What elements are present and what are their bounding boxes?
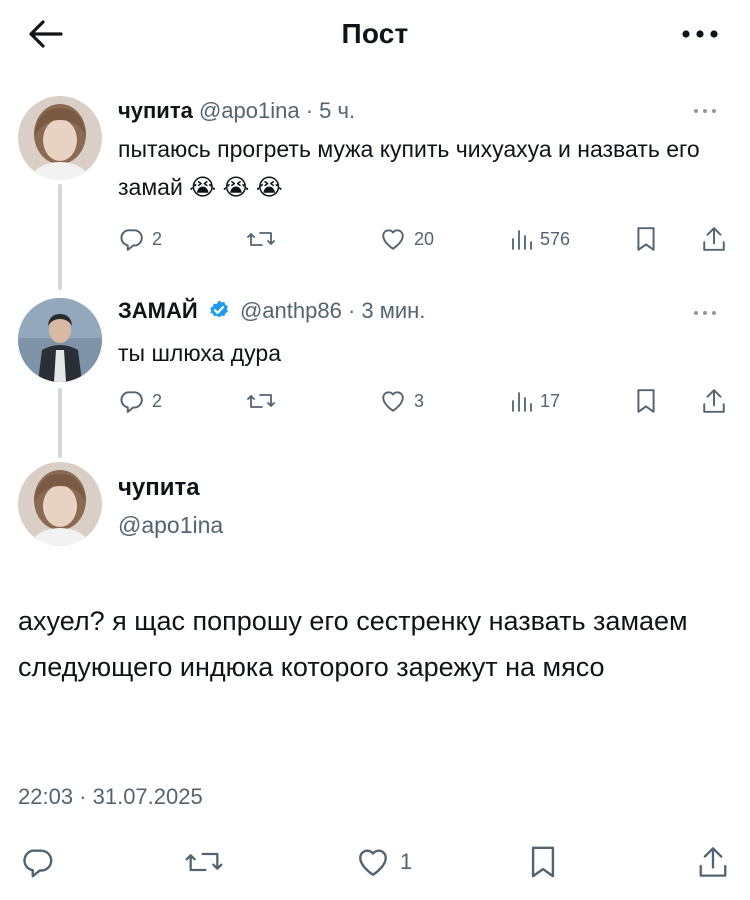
user-photo-image bbox=[18, 96, 102, 180]
share-icon bbox=[703, 227, 725, 251]
reply-button[interactable] bbox=[20, 840, 54, 884]
share-button[interactable] bbox=[698, 840, 728, 884]
retweet-icon bbox=[185, 852, 223, 872]
bookmark-button[interactable] bbox=[530, 840, 556, 884]
views-count: 576 bbox=[540, 228, 571, 249]
reply-button[interactable]: 2 bbox=[118, 384, 162, 418]
views-chart-icon bbox=[512, 392, 532, 412]
verified-badge-icon bbox=[210, 300, 228, 318]
reply-button[interactable]: 2 bbox=[118, 222, 162, 256]
bookmark-button[interactable] bbox=[636, 384, 656, 418]
bookmark-button[interactable] bbox=[636, 222, 656, 256]
heart-icon bbox=[382, 391, 404, 412]
share-icon bbox=[699, 847, 727, 877]
reply-count: 2 bbox=[152, 228, 163, 249]
author-name[interactable]: ЗАМАЙ bbox=[118, 298, 198, 323]
like-button[interactable]: 1 bbox=[356, 840, 412, 884]
bookmark-icon bbox=[531, 846, 555, 878]
tweet-more-button[interactable] bbox=[690, 104, 720, 118]
thread-connector-line bbox=[58, 184, 62, 290]
avatar[interactable] bbox=[18, 462, 102, 546]
views-count: 17 bbox=[540, 390, 561, 411]
like-count: 3 bbox=[414, 390, 425, 411]
tweet-text: пытаюсь прогреть мужа купить чихуахуа и … bbox=[118, 130, 718, 206]
bookmark-icon bbox=[637, 389, 655, 413]
reply-icon bbox=[23, 849, 53, 878]
share-icon bbox=[703, 389, 725, 413]
user-photo-image bbox=[18, 462, 102, 546]
heart-icon bbox=[359, 849, 387, 876]
retweet-button[interactable] bbox=[246, 222, 276, 256]
share-button[interactable] bbox=[702, 384, 726, 418]
more-horizontal-icon bbox=[694, 109, 716, 113]
retweet-icon bbox=[247, 394, 275, 408]
reply-icon bbox=[120, 229, 143, 251]
author-handle[interactable]: @apo1ina bbox=[118, 512, 223, 539]
retweet-button[interactable] bbox=[246, 384, 276, 418]
top-bar: Пост bbox=[0, 0, 750, 70]
like-button[interactable]: 20 bbox=[380, 222, 434, 256]
reply-icon bbox=[120, 391, 143, 413]
page-title: Пост bbox=[341, 18, 409, 49]
avatar[interactable] bbox=[18, 96, 102, 180]
tweet-header: ЗАМАЙ @anthp86 · 3 мин. bbox=[118, 298, 425, 324]
tweet-text: ты шлюха дура bbox=[118, 340, 281, 366]
author-handle[interactable]: @anthp86 bbox=[240, 298, 342, 323]
bookmark-icon bbox=[637, 227, 655, 251]
like-button[interactable]: 3 bbox=[380, 384, 424, 418]
views-chart-icon bbox=[512, 230, 532, 250]
avatar[interactable] bbox=[18, 298, 102, 382]
tweet-time: · 5 ч. bbox=[305, 98, 356, 123]
post-timestamp[interactable]: 22:03 · 31.07.2025 bbox=[18, 784, 203, 810]
more-horizontal-icon bbox=[694, 311, 716, 315]
reply-count: 2 bbox=[152, 390, 163, 411]
author-handle[interactable]: @apo1ina bbox=[199, 98, 300, 123]
tweet-time: · 3 мин. bbox=[347, 298, 426, 323]
emoji-crying: 😭 😭 😭 bbox=[189, 174, 283, 200]
author-name[interactable]: чупита bbox=[118, 98, 193, 123]
tweet-actions: 2 3 17 bbox=[118, 384, 730, 418]
more-options-button[interactable] bbox=[678, 22, 722, 46]
user-photo-image bbox=[18, 298, 102, 382]
retweet-icon bbox=[247, 232, 275, 246]
views-button[interactable]: 576 bbox=[510, 222, 570, 256]
heart-icon bbox=[382, 229, 404, 250]
share-button[interactable] bbox=[702, 222, 726, 256]
post-actions: 1 bbox=[0, 840, 750, 884]
like-count: 1 bbox=[400, 849, 413, 874]
tweet-more-button[interactable] bbox=[690, 306, 720, 320]
author-name[interactable]: чупита bbox=[118, 474, 200, 502]
tweet-header: чупита @apo1ina · 5 ч. bbox=[118, 98, 355, 124]
thread-connector-line bbox=[58, 388, 62, 458]
more-horizontal-icon bbox=[682, 30, 718, 38]
views-button[interactable]: 17 bbox=[510, 384, 560, 418]
tweet-actions: 2 20 576 bbox=[118, 222, 730, 256]
retweet-button[interactable] bbox=[184, 840, 224, 884]
post-text: ахуел? я щас попрошу его сестренку назва… bbox=[18, 606, 688, 682]
like-count: 20 bbox=[414, 228, 435, 249]
